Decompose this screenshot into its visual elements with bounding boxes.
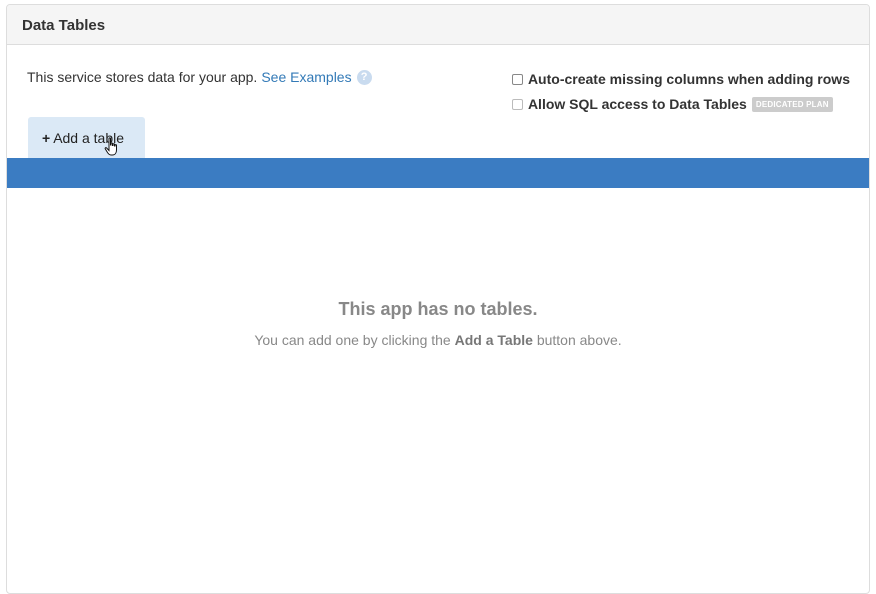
auto-create-option: Auto-create missing columns when adding …	[511, 69, 850, 89]
see-examples-link[interactable]: See Examples	[261, 69, 351, 85]
intro-text: This service stores data for your app. S…	[27, 69, 372, 85]
intro-description: This service stores data for your app.	[27, 69, 258, 85]
panel-title: Data Tables	[7, 5, 869, 45]
add-table-button[interactable]: + Add a table	[28, 117, 145, 158]
empty-state-title: This app has no tables.	[338, 299, 538, 319]
sql-access-option: Allow SQL access to Data Tables DEDICATE…	[511, 94, 850, 114]
question-circle-icon[interactable]: ?	[356, 69, 372, 85]
empty-hint-bold: Add a Table	[454, 332, 533, 348]
sql-access-checkbox[interactable]	[511, 98, 523, 110]
plus-icon: +	[42, 130, 51, 146]
empty-hint-suffix: button above.	[536, 332, 622, 348]
sql-access-label[interactable]: Allow SQL access to Data Tables	[528, 96, 747, 112]
options-panel: Auto-create missing columns when adding …	[511, 69, 850, 119]
data-tables-panel: Data Tables This service stores data for…	[6, 4, 870, 594]
hand-pointer-icon	[104, 137, 117, 156]
dedicated-plan-badge: DEDICATED PLAN	[751, 96, 833, 112]
empty-state-hint: You can add one by clicking the Add a Ta…	[7, 332, 869, 348]
empty-state: This app has no tables. You can add one …	[7, 299, 869, 348]
tables-header-bar	[7, 158, 869, 188]
auto-create-checkbox[interactable]	[511, 73, 523, 85]
auto-create-label[interactable]: Auto-create missing columns when adding …	[528, 71, 850, 87]
empty-hint-prefix: You can add one by clicking the	[254, 332, 451, 348]
